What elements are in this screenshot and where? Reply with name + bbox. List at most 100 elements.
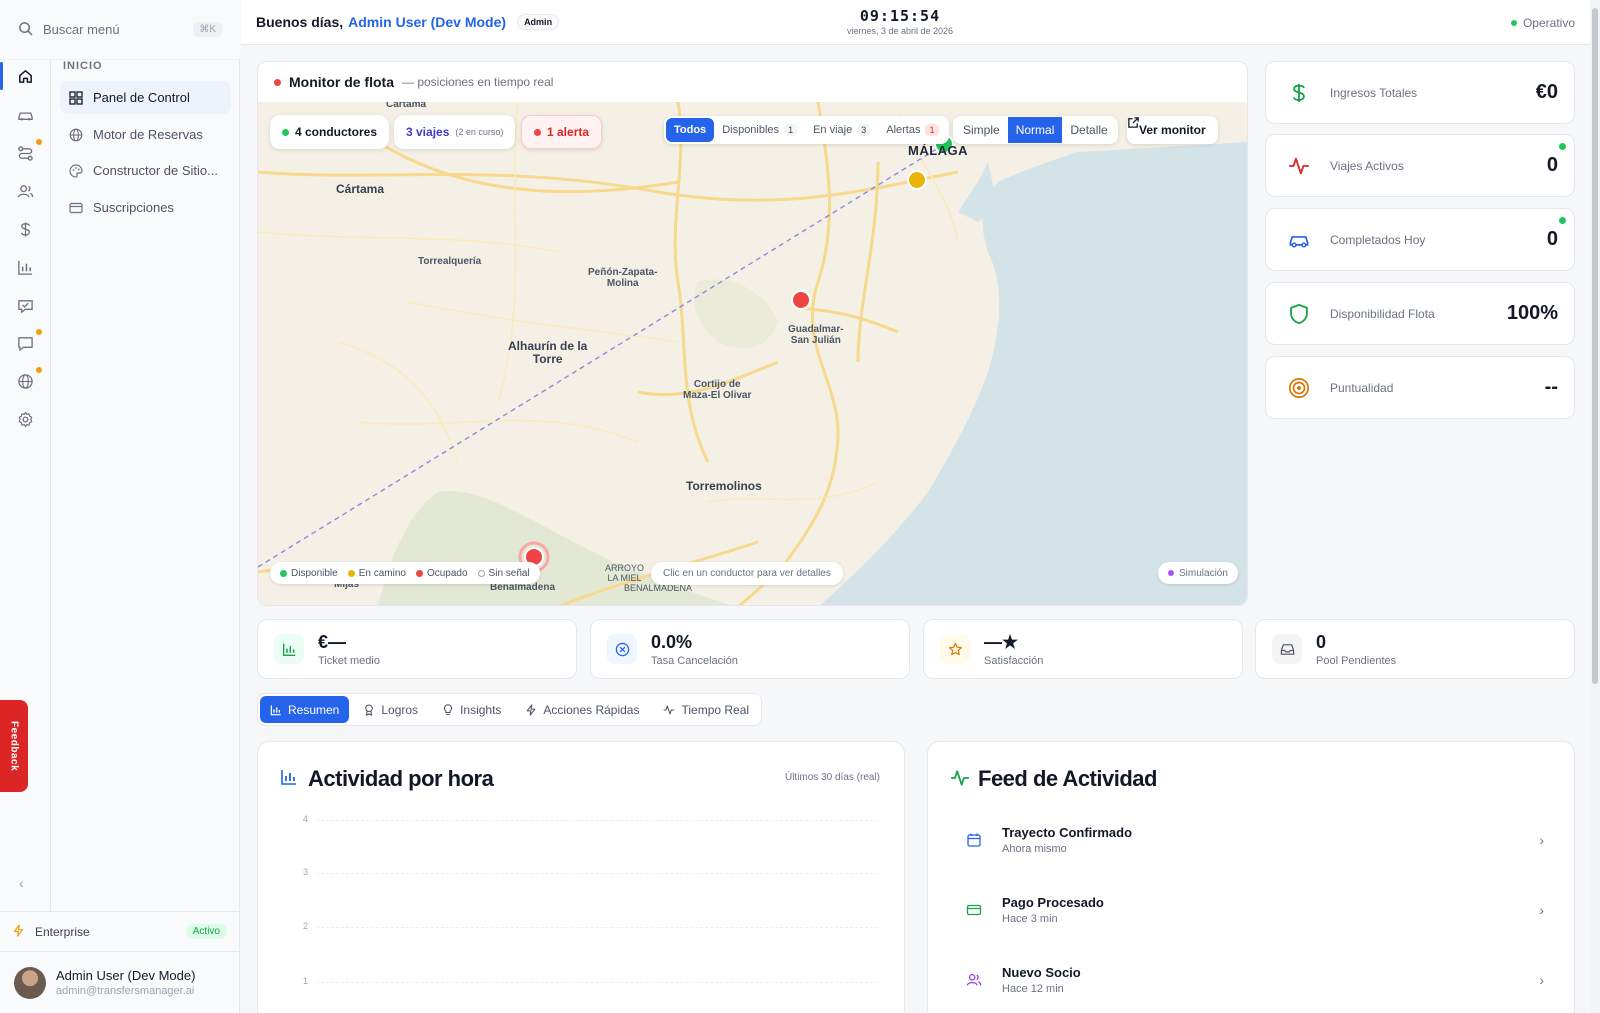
nav-item-suscripciones[interactable]: Suscripciones (60, 191, 231, 224)
stat-label: Disponibilidad Flota (1330, 306, 1435, 321)
rail-home[interactable] (0, 62, 36, 90)
activity-chart-range: Últimos 30 días (real) (784, 772, 880, 783)
nav-item-label: Constructor de Sitio... (93, 163, 218, 178)
nav-item-panel-de-control[interactable]: Panel de Control (60, 81, 231, 114)
stat-card-completados[interactable]: Completados Hoy 0 (1265, 208, 1575, 271)
driver-marker-busy[interactable] (791, 290, 811, 310)
driver-marker-en-route[interactable] (907, 170, 927, 190)
tab-label: Insights (460, 702, 502, 717)
stat-card-viajes-activos[interactable]: Viajes Activos 0 (1265, 134, 1575, 197)
trips-sub: (2 en curso) (455, 127, 504, 137)
activity-icon (664, 704, 675, 715)
feed-item[interactable]: Nuevo Socio Hace 12 min › (958, 953, 1544, 1007)
home-icon (18, 69, 32, 83)
kpi-satisfaccion[interactable]: —★ Satisfacción (923, 619, 1243, 679)
place-label: Alhaurín de la Torre (508, 339, 588, 367)
tab-label: Logros (381, 702, 419, 717)
stat-value: 0 (1546, 228, 1558, 250)
search-input[interactable]: Buscar menú (43, 22, 120, 37)
rail-reports[interactable] (14, 256, 36, 278)
system-status: Operativo (1510, 16, 1575, 30)
tab-logros[interactable]: Logros (353, 696, 428, 723)
bar-chart-icon (280, 768, 298, 789)
rail-messages[interactable] (14, 329, 42, 354)
kpi-pool-pendientes[interactable]: 0 Pool Pendientes (1255, 619, 1575, 679)
tab-resumen[interactable]: Resumen (260, 696, 350, 723)
trips-count-pill[interactable]: 3 viajes (2 en curso) (394, 115, 516, 149)
legend-swatch (347, 569, 355, 577)
nav-item-constructor-de-sitio[interactable]: Constructor de Sitio... (60, 154, 231, 187)
fleet-monitor-subtitle: — posiciones en tiempo real (402, 75, 554, 89)
stat-card-disponibilidad[interactable]: Disponibilidad Flota 100% (1265, 282, 1575, 345)
feed-item[interactable]: Trayecto Confirmado Ahora mismo › (958, 813, 1544, 867)
filter-count: 3 (857, 124, 871, 136)
scrollbar-thumb[interactable] (1592, 8, 1598, 684)
stat-value: €0 (1535, 81, 1558, 103)
tab-acciones-rapidas[interactable]: Acciones Rápidas (515, 696, 649, 723)
nav-item-label: Panel de Control (93, 90, 190, 105)
rail-users[interactable] (14, 180, 36, 202)
collapse-sidebar-button[interactable]: ‹ (19, 875, 24, 891)
map-base (258, 102, 1247, 605)
rail-finance[interactable] (14, 218, 36, 240)
place-label: Peñón-Zapata- Molina (588, 267, 658, 289)
stat-card-puntualidad[interactable]: Puntualidad -- (1265, 356, 1575, 419)
mode-simple[interactable]: Simple (955, 117, 1008, 143)
alerts-pill[interactable]: 1 alerta (521, 115, 603, 149)
plan-indicator[interactable]: Enterprise Activo (0, 911, 240, 951)
kpi-ticket-medio[interactable]: €— Ticket medio (257, 619, 577, 679)
filter-todos[interactable]: Todos (666, 118, 715, 142)
filter-en-viaje[interactable]: En viaje 3 (805, 118, 878, 142)
fleet-map[interactable]: Cartama Cártama MÁLAGA Torrealquería Peñ… (258, 102, 1247, 605)
feed-item-title: Trayecto Confirmado (1002, 825, 1133, 840)
inbox-icon (1272, 634, 1302, 664)
open-monitor-button[interactable]: Ver monitor (1127, 116, 1218, 144)
filter-disponibles[interactable]: Disponibles 1 (714, 118, 805, 142)
kpi-tasa-cancelacion[interactable]: 0.0% Tasa Cancelación (590, 619, 910, 679)
trips-count: 3 viajes (406, 125, 450, 139)
dollar-icon (20, 221, 30, 237)
mode-detalle[interactable]: Detalle (1062, 117, 1115, 143)
greeting-user-link[interactable]: Admin User (Dev Mode) (348, 14, 506, 30)
user-profile[interactable]: Admin User (Dev Mode) admin@transfersman… (0, 951, 240, 1013)
notification-dot (36, 367, 42, 373)
mode-normal[interactable]: Normal (1007, 117, 1063, 143)
bolt-icon (12, 923, 25, 940)
bolt-icon (527, 703, 536, 716)
search-icon (18, 21, 33, 39)
activity-chart-title: Actividad por hora (308, 766, 494, 791)
rail-web[interactable] (14, 367, 42, 392)
tab-tiempo-real[interactable]: Tiempo Real (653, 696, 759, 723)
stat-label: Viajes Activos (1330, 158, 1404, 173)
legend-item: Disponible (280, 568, 338, 579)
filter-alertas[interactable]: Alertas 1 (878, 118, 946, 142)
stat-label: Completados Hoy (1330, 232, 1426, 247)
globe-icon (17, 373, 33, 389)
feedback-button[interactable]: Feedback (0, 700, 28, 792)
drivers-count-pill[interactable]: 4 conductores (270, 115, 390, 149)
dollar-icon (1286, 80, 1312, 106)
stat-card-ingresos[interactable]: Ingresos Totales €0 (1265, 61, 1575, 124)
notification-dot (36, 329, 42, 335)
fleet-monitor-title: Monitor de flota (289, 74, 394, 90)
feed-item[interactable]: Pago Procesado Hace 3 min › (958, 883, 1544, 937)
dashboard-tabs: Resumen Logros Insights Acciones Rápidas… (257, 693, 763, 726)
rail-car[interactable] (14, 104, 36, 126)
search-menu[interactable]: Buscar menú ⌘K (0, 0, 240, 60)
place-label: Cortijo de Maza-El Olivar (683, 379, 752, 401)
clock-date: viernes, 3 de abril de 2026 (846, 26, 954, 36)
rail-settings[interactable] (14, 408, 36, 430)
place-label: Guadalmar- San Julián (788, 324, 844, 346)
rail-loyalty[interactable] (14, 294, 36, 316)
clock-time: 09:15:54 (859, 7, 941, 25)
kpi-label: Tasa Cancelación (651, 654, 738, 667)
star-icon (940, 634, 970, 664)
legend-label: Disponible (291, 567, 338, 579)
legend-item: Sin señal (477, 568, 530, 579)
card-icon (69, 202, 83, 213)
rail-routes[interactable] (14, 139, 42, 164)
page-scrollbar[interactable] (1590, 0, 1600, 1013)
car-icon (1286, 227, 1312, 253)
tab-insights[interactable]: Insights (432, 696, 511, 723)
nav-item-motor-de-reservas[interactable]: Motor de Reservas (60, 118, 231, 151)
